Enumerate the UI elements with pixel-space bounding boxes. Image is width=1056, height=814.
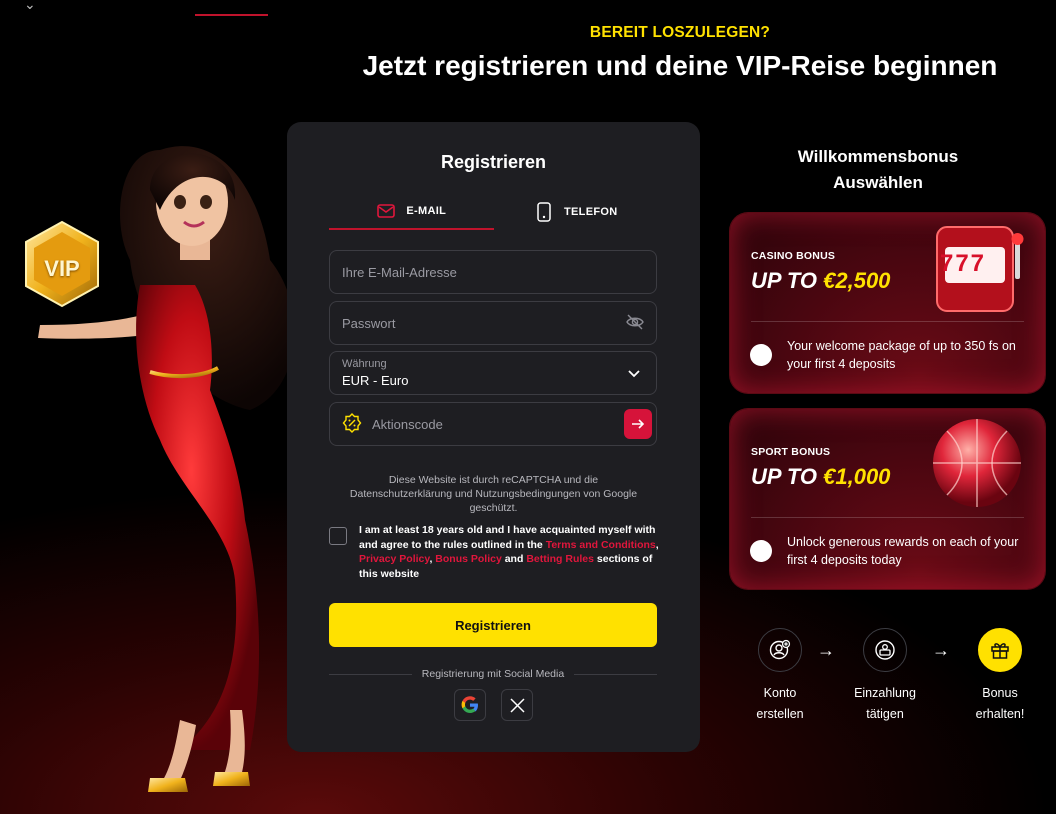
step-create-account: Konto erstellen xyxy=(740,628,820,725)
step-label: Einzahlung tätigen xyxy=(845,683,925,725)
slot-digits: 777 xyxy=(939,250,987,277)
tab-email-label: E-MAIL xyxy=(406,205,447,217)
step-deposit: Einzahlung tätigen xyxy=(845,628,925,725)
x-logo-icon xyxy=(509,697,525,713)
email-input[interactable] xyxy=(342,264,644,280)
vip-badge-text: VIP xyxy=(44,256,80,281)
onboarding-steps: Konto erstellen → Einzahlung tätigen → B… xyxy=(740,628,1040,738)
bonus-policy-link[interactable]: Bonus Policy xyxy=(435,553,502,565)
currency-value: EUR - Euro xyxy=(342,373,409,388)
bonus-title: Willkommensbonus Auswählen xyxy=(700,144,1056,196)
promo-apply-button[interactable] xyxy=(623,409,652,439)
top-nav-active-indicator xyxy=(195,14,268,16)
page-headline: Jetzt registrieren und deine VIP-Reise b… xyxy=(362,50,998,81)
user-add-icon xyxy=(758,628,802,672)
terms-checkbox[interactable] xyxy=(329,527,347,545)
currency-select[interactable]: Währung EUR - Euro xyxy=(329,351,657,395)
x-login-button[interactable] xyxy=(501,689,533,721)
eyebrow-text: BEREIT LOSZULEGEN? xyxy=(589,24,771,41)
deposit-icon xyxy=(863,628,907,672)
chevron-down-icon xyxy=(628,366,640,381)
bonus-title-line1: Willkommensbonus xyxy=(797,147,959,166)
tab-phone[interactable]: TELEFON xyxy=(494,194,659,230)
promo-code-field xyxy=(329,402,657,446)
password-field xyxy=(329,301,657,345)
divider-line xyxy=(329,673,412,675)
sport-bonus-description: Unlock generous rewards on each of your … xyxy=(787,535,1019,567)
tab-phone-label: TELEFON xyxy=(564,206,618,218)
google-login-button[interactable] xyxy=(454,689,486,721)
recaptcha-notice: Diese Website ist durch reCAPTCHA und di… xyxy=(349,474,638,514)
phone-icon xyxy=(534,202,554,222)
casino-bonus-amount: UP TO €2,500 xyxy=(751,268,890,294)
step-label-line1: Bonus xyxy=(982,686,1018,700)
social-label: Registrierung mit Social Media xyxy=(421,668,565,680)
divider xyxy=(751,517,1024,518)
terms-sep: , xyxy=(655,538,659,551)
privacy-policy-link[interactable]: Privacy Policy xyxy=(359,553,429,565)
amount-prefix: UP TO xyxy=(751,268,824,293)
arrow-right-icon xyxy=(631,419,645,429)
amount-value: €2,500 xyxy=(823,268,891,293)
mail-icon xyxy=(376,201,396,221)
arrow-right-icon: → xyxy=(932,640,950,660)
step-label-line2: tätigen xyxy=(866,707,904,721)
sport-bonus-radio[interactable] xyxy=(750,540,772,562)
currency-label: Währung xyxy=(342,358,387,370)
terms-text: I am at least 18 years old and I have ac… xyxy=(359,523,659,581)
step-label-line2: erhalten! xyxy=(975,707,1025,721)
password-input[interactable] xyxy=(342,315,626,331)
google-icon xyxy=(461,696,478,713)
registration-title: Registrieren xyxy=(440,152,547,172)
amount-prefix: UP TO xyxy=(751,464,824,489)
step-label: Konto erstellen xyxy=(740,683,820,725)
promo-badge-icon xyxy=(342,412,362,436)
terms-link[interactable]: Terms and Conditions xyxy=(546,539,656,551)
casino-bonus-label: CASINO BONUS xyxy=(751,250,836,262)
amount-value: €1,000 xyxy=(823,464,891,489)
step-bonus: Bonus erhalten! xyxy=(960,628,1040,725)
betting-rules-link[interactable]: Betting Rules xyxy=(526,553,594,565)
gift-icon xyxy=(978,628,1022,672)
social-divider: Registrierung mit Social Media xyxy=(329,668,657,680)
email-field xyxy=(329,250,657,294)
step-label-line1: Konto xyxy=(763,686,797,700)
register-button[interactable]: Registrieren xyxy=(329,603,657,647)
divider xyxy=(751,321,1024,322)
sport-bonus-label: SPORT BONUS xyxy=(751,446,831,458)
vip-hostess-illustration xyxy=(25,146,295,792)
promo-code-input[interactable] xyxy=(372,416,614,432)
step-label: Bonus erhalten! xyxy=(960,683,1040,725)
sport-bonus-amount: UP TO €1,000 xyxy=(751,464,890,490)
casino-bonus-card[interactable]: 777 CASINO BONUS UP TO €2,500 Your welco… xyxy=(730,213,1045,393)
social-buttons xyxy=(287,689,700,721)
eye-off-icon[interactable] xyxy=(626,314,644,333)
terms-agreement: I am at least 18 years old and I have ac… xyxy=(329,523,659,581)
step-label-line2: erstellen xyxy=(756,707,804,721)
casino-bonus-description: Your welcome package of up to 350 fs on … xyxy=(787,339,1016,371)
registration-form: Registrieren E-MAIL TELEFON Währung EUR … xyxy=(287,122,700,752)
terms-and: and xyxy=(501,553,527,565)
divider-line xyxy=(574,673,657,675)
chevron-down-icon[interactable]: ⌄ xyxy=(24,0,36,13)
registration-tabs: E-MAIL TELEFON xyxy=(329,194,658,230)
arrow-right-icon: → xyxy=(817,640,835,660)
step-label-line1: Einzahlung xyxy=(854,686,916,700)
tab-email[interactable]: E-MAIL xyxy=(329,194,494,230)
casino-bonus-radio[interactable] xyxy=(750,344,772,366)
welcome-bonus-panel: Willkommensbonus Auswählen 777 CASINO BO… xyxy=(700,122,1056,752)
ball-icon xyxy=(933,419,1021,507)
sport-bonus-card[interactable]: SPORT BONUS UP TO €1,000 Unlock generous… xyxy=(730,409,1045,589)
bonus-title-line2: Auswählen xyxy=(833,173,923,192)
